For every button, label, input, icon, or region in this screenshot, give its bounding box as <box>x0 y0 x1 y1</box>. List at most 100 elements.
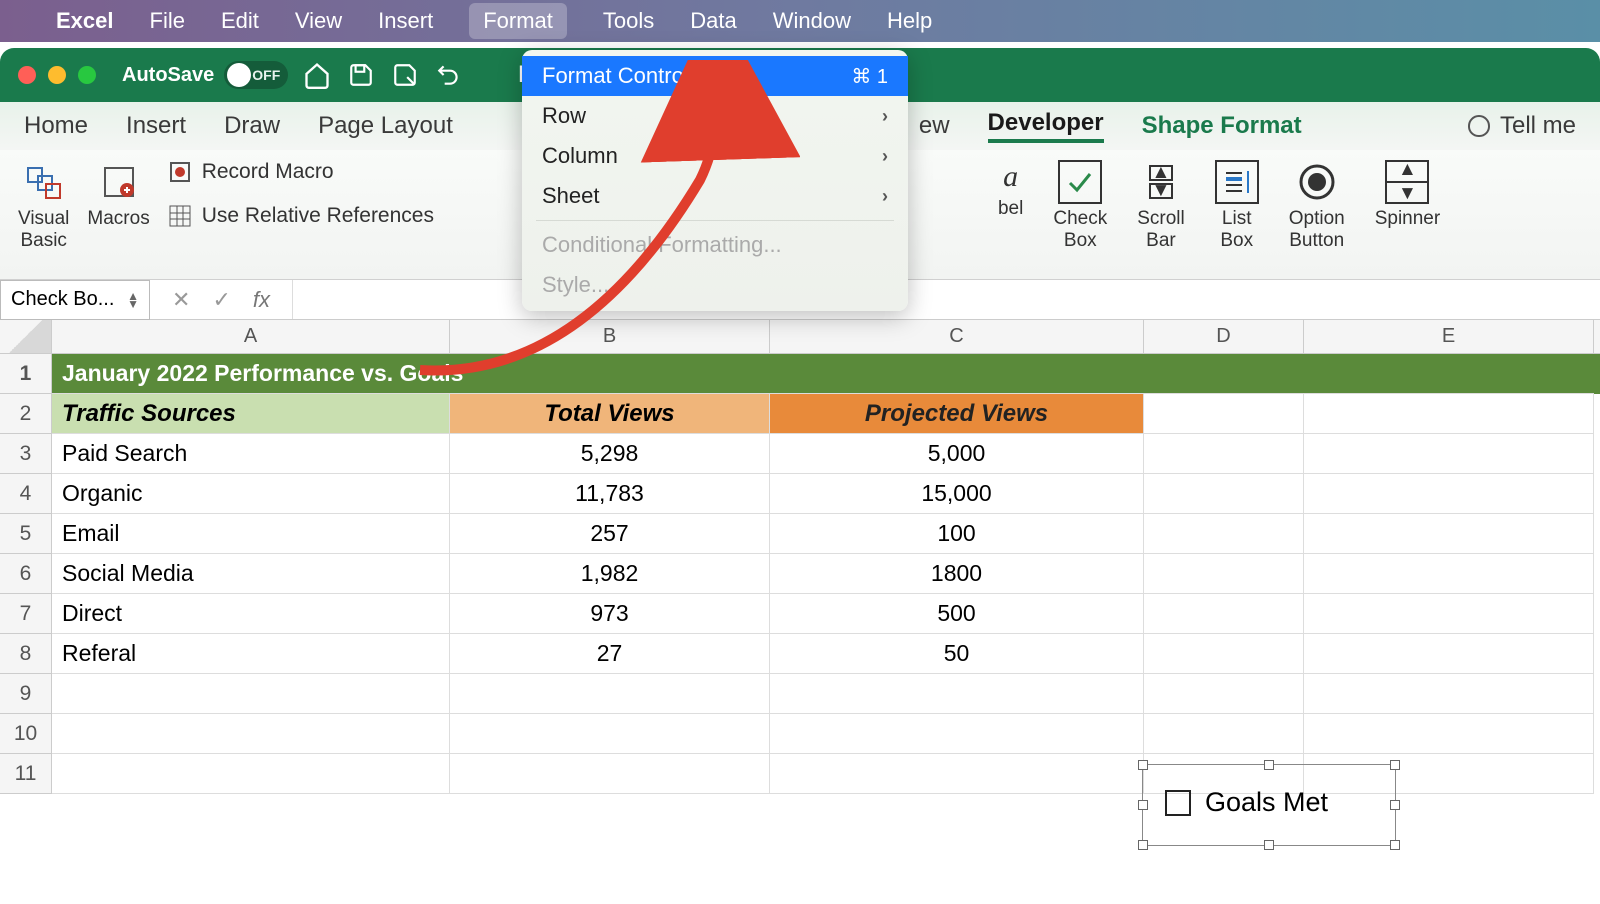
tell-me[interactable]: Tell me <box>1468 112 1576 140</box>
row-header-2[interactable]: 2 <box>0 394 52 434</box>
cell-d5[interactable] <box>1144 514 1304 554</box>
accept-formula-icon[interactable]: ✓ <box>212 287 230 313</box>
tab-view-truncated[interactable]: ew <box>919 112 950 140</box>
cell-a2[interactable]: Traffic Sources <box>52 394 450 434</box>
row-header-9[interactable]: 9 <box>0 674 52 714</box>
menu-view[interactable]: View <box>295 8 342 34</box>
cell-b7[interactable]: 973 <box>450 594 770 634</box>
cell-c6[interactable]: 1800 <box>770 554 1144 594</box>
undo-icon[interactable] <box>434 60 464 90</box>
cell-e2[interactable] <box>1304 394 1594 434</box>
row-header-1[interactable]: 1 <box>0 354 52 394</box>
row-header-6[interactable]: 6 <box>0 554 52 594</box>
col-header-c[interactable]: C <box>770 320 1144 353</box>
cell-a1-title[interactable]: January 2022 Performance vs. Goals <box>52 354 1144 394</box>
menuitem-column[interactable]: Column› <box>522 136 908 176</box>
checkbox-control-button[interactable]: Check Box <box>1053 160 1107 252</box>
row-header-10[interactable]: 10 <box>0 714 52 754</box>
checkbox-box-icon[interactable] <box>1165 790 1191 816</box>
option-control-button[interactable]: Option Button <box>1289 160 1345 252</box>
cell-d8[interactable] <box>1144 634 1304 674</box>
tab-home[interactable]: Home <box>24 112 88 140</box>
checkbox-form-control[interactable]: Goals Met <box>1142 764 1396 846</box>
menuitem-format-control[interactable]: Format Control... ⌘ 1 <box>522 56 908 96</box>
menu-edit[interactable]: Edit <box>221 8 259 34</box>
save-as-icon[interactable] <box>390 60 420 90</box>
record-macro-button[interactable]: Record Macro <box>168 160 434 184</box>
menu-help[interactable]: Help <box>887 8 932 34</box>
window-close-button[interactable] <box>18 66 36 84</box>
cell-c4[interactable]: 15,000 <box>770 474 1144 514</box>
tab-insert[interactable]: Insert <box>126 112 186 140</box>
cell-a6[interactable]: Social Media <box>52 554 450 594</box>
menuitem-row[interactable]: Row› <box>522 96 908 136</box>
cell-d3[interactable] <box>1144 434 1304 474</box>
cancel-formula-icon[interactable]: ✕ <box>172 287 190 313</box>
tab-developer[interactable]: Developer <box>988 109 1104 143</box>
col-header-e[interactable]: E <box>1304 320 1594 353</box>
cell-a5[interactable]: Email <box>52 514 450 554</box>
cell-e1[interactable] <box>1304 354 1594 394</box>
cell-d6[interactable] <box>1144 554 1304 594</box>
use-relative-references-button[interactable]: Use Relative References <box>168 204 434 228</box>
col-header-d[interactable]: D <box>1144 320 1304 353</box>
col-header-a[interactable]: A <box>52 320 450 353</box>
formula-input[interactable] <box>292 280 1600 319</box>
cell-e7[interactable] <box>1304 594 1594 634</box>
app-name[interactable]: Excel <box>56 8 114 34</box>
visual-basic-button[interactable]: Visual Basic <box>18 160 69 252</box>
cell-c3[interactable]: 5,000 <box>770 434 1144 474</box>
tab-draw[interactable]: Draw <box>224 112 280 140</box>
cell-b2[interactable]: Total Views <box>450 394 770 434</box>
cell-c8[interactable]: 50 <box>770 634 1144 674</box>
cell-b3[interactable]: 5,298 <box>450 434 770 474</box>
cell-a4[interactable]: Organic <box>52 474 450 514</box>
cell-e5[interactable] <box>1304 514 1594 554</box>
cell-c5[interactable]: 100 <box>770 514 1144 554</box>
row-header-11[interactable]: 11 <box>0 754 52 794</box>
cell-d1[interactable] <box>1144 354 1304 394</box>
cell-c7[interactable]: 500 <box>770 594 1144 634</box>
listbox-control-button[interactable]: List Box <box>1215 160 1259 252</box>
home-icon[interactable] <box>302 60 332 90</box>
macros-button[interactable]: Macros <box>87 160 149 230</box>
select-all-corner[interactable] <box>0 320 52 353</box>
menu-data[interactable]: Data <box>690 8 736 34</box>
autosave-toggle[interactable]: AutoSave OFF <box>122 61 288 89</box>
row-header-3[interactable]: 3 <box>0 434 52 474</box>
cell-b6[interactable]: 1,982 <box>450 554 770 594</box>
spinner-control-button[interactable]: ▲▼ Spinner <box>1375 160 1441 230</box>
menuitem-sheet[interactable]: Sheet› <box>522 176 908 216</box>
cell-e4[interactable] <box>1304 474 1594 514</box>
col-header-b[interactable]: B <box>450 320 770 353</box>
save-icon[interactable] <box>346 60 376 90</box>
cell-a3[interactable]: Paid Search <box>52 434 450 474</box>
window-minimize-button[interactable] <box>48 66 66 84</box>
name-box[interactable]: Check Bo... ▲▼ <box>0 280 150 320</box>
cell-e8[interactable] <box>1304 634 1594 674</box>
window-zoom-button[interactable] <box>78 66 96 84</box>
menu-tools[interactable]: Tools <box>603 8 654 34</box>
row-header-8[interactable]: 8 <box>0 634 52 674</box>
cell-d4[interactable] <box>1144 474 1304 514</box>
row-header-5[interactable]: 5 <box>0 514 52 554</box>
row-header-7[interactable]: 7 <box>0 594 52 634</box>
cell-d2[interactable] <box>1144 394 1304 434</box>
row-header-4[interactable]: 4 <box>0 474 52 514</box>
cell-b5[interactable]: 257 <box>450 514 770 554</box>
cell-a8[interactable]: Referal <box>52 634 450 674</box>
label-control-truncated[interactable]: a bel <box>998 160 1023 220</box>
menu-format[interactable]: Format <box>469 3 567 39</box>
tab-shape-format[interactable]: Shape Format <box>1142 112 1302 140</box>
menu-window[interactable]: Window <box>773 8 851 34</box>
cell-e3[interactable] <box>1304 434 1594 474</box>
scrollbar-control-button[interactable]: ▲▼ Scroll Bar <box>1137 160 1185 252</box>
cell-b4[interactable]: 11,783 <box>450 474 770 514</box>
cell-e6[interactable] <box>1304 554 1594 594</box>
cell-d7[interactable] <box>1144 594 1304 634</box>
menu-file[interactable]: File <box>150 8 185 34</box>
cell-c2[interactable]: Projected Views <box>770 394 1144 434</box>
cell-b8[interactable]: 27 <box>450 634 770 674</box>
fx-icon[interactable]: fx <box>253 287 270 313</box>
tab-page-layout[interactable]: Page Layout <box>318 112 453 140</box>
